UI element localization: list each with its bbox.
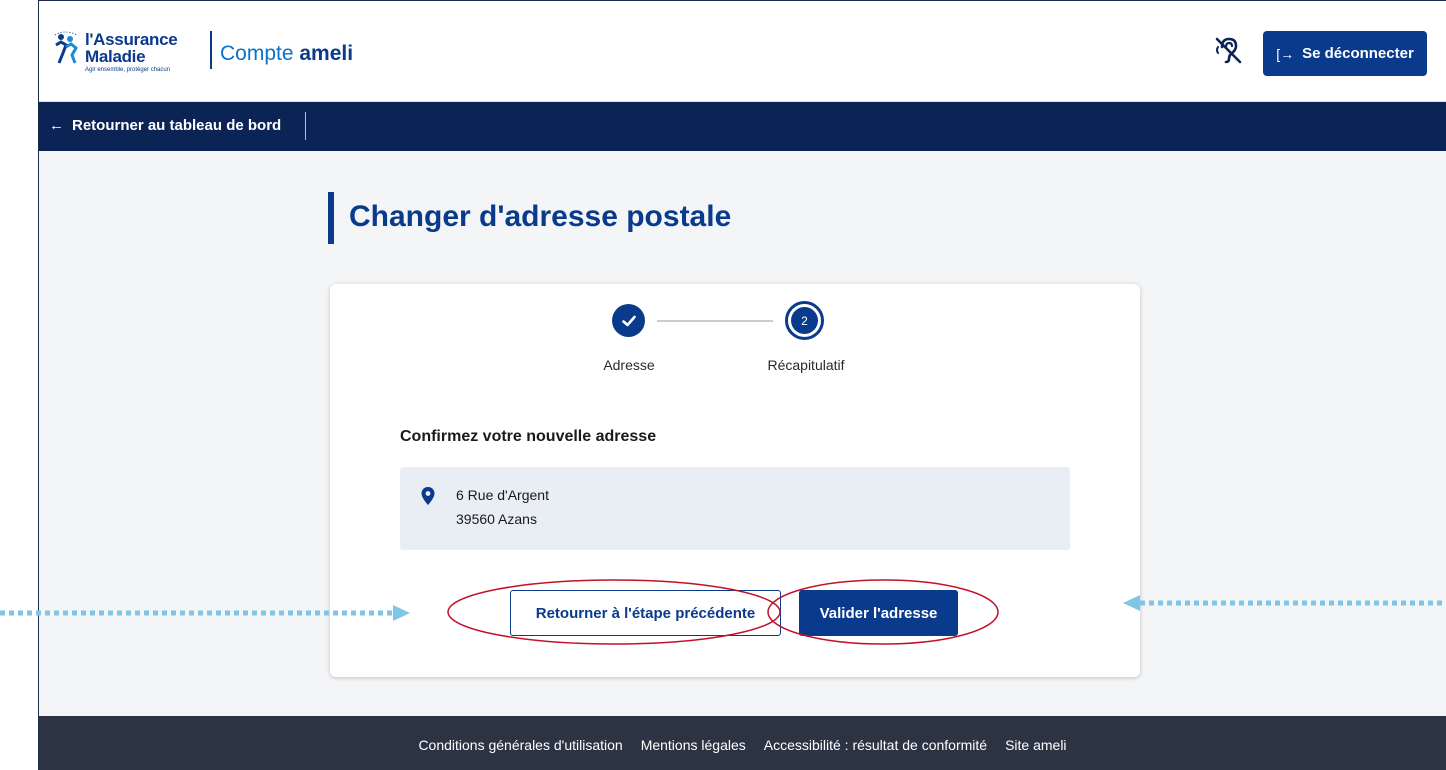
confirm-heading: Confirmez votre nouvelle adresse [400,428,657,445]
back-link-label: Retourner au tableau de bord [72,117,282,134]
footer-link-accessibility[interactable]: Accessibilité : résultat de conformité [764,737,987,753]
site-header: l'Assurance Maladie Agir ensemble, proté… [39,1,1446,102]
navigation-bar: ← Retourner au tableau de bord [39,102,1446,151]
logo-line-1: l'Assurance [85,30,178,49]
logo-divider [210,31,212,69]
assurance-maladie-logo[interactable]: l'Assurance Maladie Agir ensemble, proté… [53,30,178,73]
logout-icon: [→ [1276,45,1295,62]
compte-ameli-brand: Compte ameli [220,42,353,66]
nav-divider [305,112,306,140]
logo-line-2: Maladie [85,47,146,66]
step-2-number: 2 [791,307,818,334]
logout-button[interactable]: [→ Se déconnecter [1263,31,1427,76]
brand-name: ameli [299,42,354,65]
step-1-completed-icon [612,304,645,337]
page-title: Changer d'adresse postale [349,200,732,233]
logout-label: Se déconnecter [1302,45,1414,62]
check-icon [621,315,636,326]
hearing-impaired-icon[interactable] [1213,35,1243,65]
step-2-label: Récapitulatif [767,357,845,373]
validate-address-button[interactable]: Valider l'adresse [799,590,958,636]
footer-link-site-ameli[interactable]: Site ameli [1005,737,1066,753]
back-to-dashboard-link[interactable]: ← Retourner au tableau de bord [49,117,281,134]
location-pin-icon [421,487,435,505]
brand-prefix: Compte [220,42,294,65]
step-2-current-icon: 2 [785,301,824,340]
site-footer: Conditions générales d'utilisation Menti… [39,716,1446,770]
arrow-left-icon: ← [49,117,64,134]
footer-link-mentions[interactable]: Mentions légales [641,737,746,753]
stepper-connector [657,320,773,322]
logo-figures-icon [54,31,78,64]
step-1-label: Adresse [603,357,655,373]
address-city: 39560 Azans [456,511,537,527]
address-summary: 6 Rue d'Argent 39560 Azans [400,467,1070,550]
footer-link-cgu[interactable]: Conditions générales d'utilisation [418,737,622,753]
footer-links: Conditions générales d'utilisation Menti… [39,737,1446,753]
previous-step-button[interactable]: Retourner à l'étape précédente [510,590,781,636]
browser-frame: l'Assurance Maladie Agir ensemble, proté… [38,0,1446,770]
address-street: 6 Rue d'Argent [456,487,549,503]
title-accent-bar [328,192,334,244]
address-change-card: 2 Adresse Récapitulatif Confirmez votre … [330,284,1140,677]
logo-tagline: Agir ensemble, protéger chacun [85,67,171,73]
